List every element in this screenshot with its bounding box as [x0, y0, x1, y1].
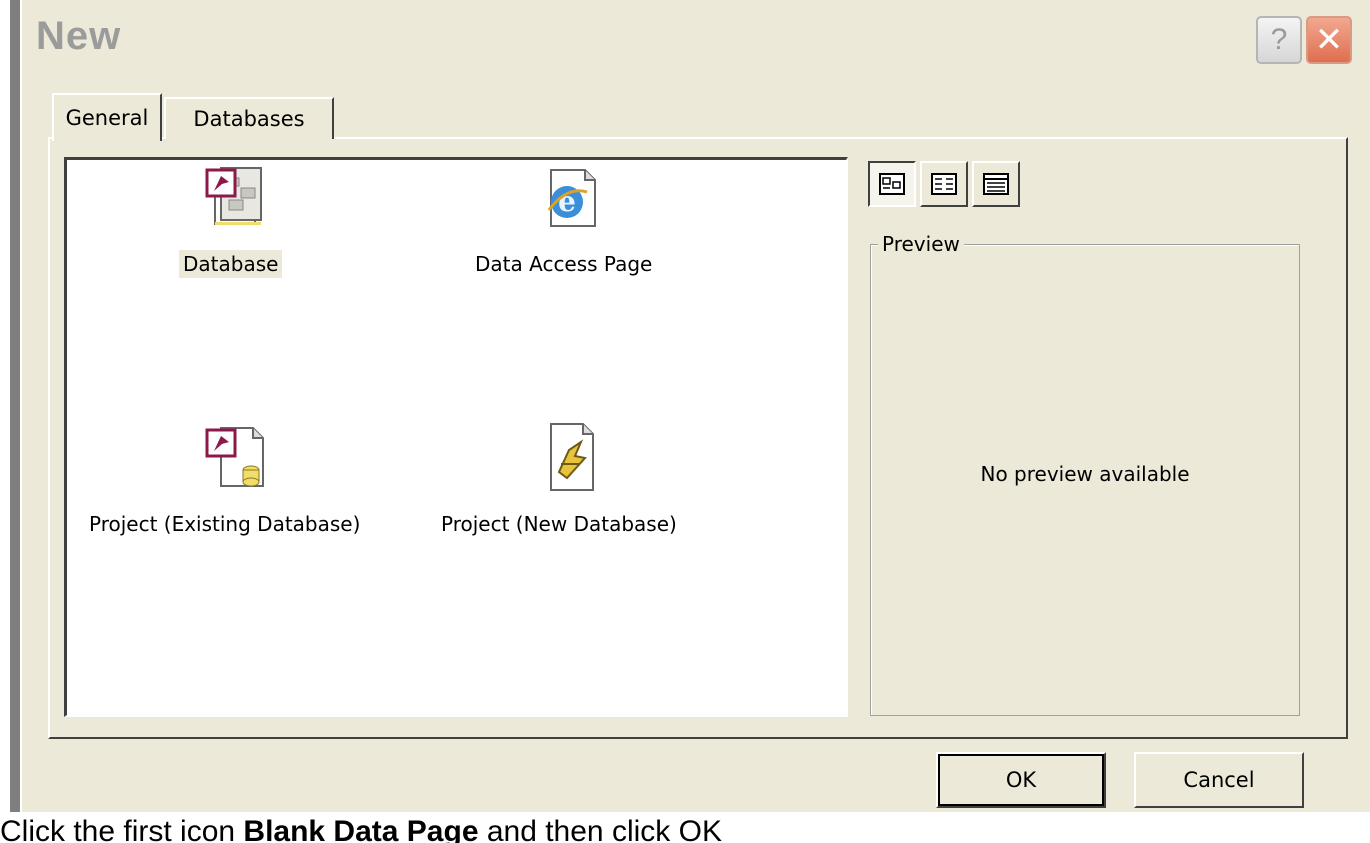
background-window-edge: [0, 0, 20, 843]
cancel-button[interactable]: Cancel: [1134, 752, 1304, 808]
close-icon: ✕: [1314, 21, 1344, 59]
details-view-icon: [983, 173, 1009, 195]
list-item-label: Project (New Database): [441, 512, 677, 536]
title-bar[interactable]: New ? ✕: [22, 0, 1370, 82]
help-icon: ?: [1270, 23, 1288, 56]
cancel-button-label: Cancel: [1183, 768, 1255, 792]
tab-general[interactable]: General: [52, 93, 162, 141]
help-button[interactable]: ?: [1256, 16, 1302, 64]
list-item-label: Project (Existing Database): [89, 512, 361, 536]
list-item-label: Database: [179, 250, 283, 278]
tab-databases[interactable]: Databases: [164, 97, 334, 139]
template-list[interactable]: Database e Data Access Page Project (Exi…: [64, 157, 848, 717]
tab-databases-label: Databases: [193, 107, 305, 131]
project-new-database-icon: [550, 423, 594, 491]
caption-prefix: Click the first icon: [0, 815, 244, 843]
caption-bold: Blank Data Page: [243, 815, 479, 843]
large-icons-view-button[interactable]: [868, 161, 916, 207]
preview-text: No preview available: [980, 462, 1190, 486]
access-database-icon: [205, 167, 262, 225]
ok-button[interactable]: OK: [936, 752, 1106, 808]
large-icons-view-icon: [879, 173, 905, 195]
dialog-title: New: [36, 14, 122, 58]
data-access-page-icon: e: [547, 169, 596, 227]
list-view-button[interactable]: [920, 161, 968, 207]
preview-legend: Preview: [878, 232, 964, 256]
instruction-caption: Click the first icon Blank Data Page and…: [0, 812, 1370, 843]
caption-suffix: and then click OK: [478, 815, 722, 843]
details-view-button[interactable]: [972, 161, 1020, 207]
list-view-icon: [931, 173, 957, 195]
close-button[interactable]: ✕: [1306, 16, 1352, 64]
list-item-label: Data Access Page: [475, 252, 653, 276]
ok-button-label: OK: [1005, 768, 1037, 792]
tab-general-label: General: [65, 106, 149, 130]
project-existing-database-icon: [205, 427, 264, 487]
new-dialog: New ? ✕ General Databases Database e Dat…: [22, 0, 1370, 843]
